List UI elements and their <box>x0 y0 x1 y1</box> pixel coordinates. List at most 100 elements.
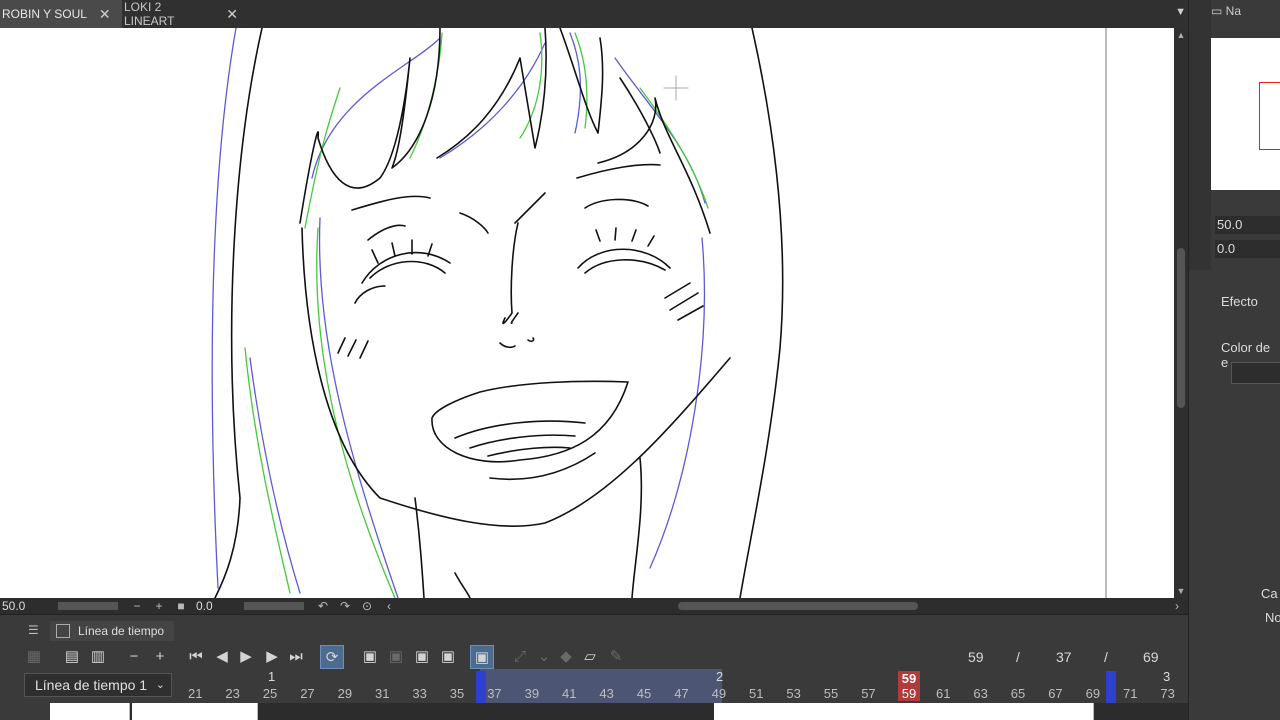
right-dock-panel: ▭ Na 50.0 0.0 Efecto Color de e Ca No <box>1188 0 1280 720</box>
navigator-label: Na <box>1225 4 1242 18</box>
next-frame-icon[interactable]: ▶ <box>260 645 284 669</box>
onion-skin-toggle-icon[interactable]: ▣ <box>470 645 494 669</box>
tab-label: ROBIN Y SOUL <box>2 7 87 21</box>
current-frame-tick: 59 <box>901 686 917 701</box>
frame-tick-label: 37 <box>487 686 502 701</box>
zoom-in-button[interactable]: + <box>148 599 170 613</box>
new-cel-icon[interactable]: ▥ <box>86 645 110 669</box>
counter-separator: / <box>1104 649 1108 665</box>
frame-tick-label: 65 <box>1010 686 1026 701</box>
previous-frame-icon[interactable]: ◀ <box>210 645 234 669</box>
frame-tick-label: 71 <box>1123 686 1138 701</box>
zoom-in-icon[interactable]: + <box>148 645 172 669</box>
close-icon[interactable]: ✕ <box>226 6 238 23</box>
layer-panel-label: Ca <box>1261 586 1278 601</box>
frame-tick-label: 41 <box>562 686 577 701</box>
frame-tick-label: 43 <box>599 686 614 701</box>
frame-tick-label: 49 <box>711 686 727 701</box>
rotate-left-icon[interactable]: ↶ <box>312 599 334 613</box>
rotate-right-icon[interactable]: ↷ <box>334 599 356 613</box>
current-frame-indicator[interactable]: 59 59 <box>898 671 920 701</box>
scroll-up-icon[interactable]: ▲ <box>1174 30 1188 40</box>
reset-rotation-icon[interactable]: ⊙ <box>356 599 378 613</box>
playback-start-marker[interactable] <box>476 671 486 703</box>
drawing-canvas[interactable] <box>0 28 1174 598</box>
frame-tick-label: 29 <box>337 686 353 701</box>
navigator-zoom-field[interactable]: 50.0 <box>1215 216 1280 234</box>
scroll-down-icon[interactable]: ▼ <box>1174 586 1188 596</box>
specify-cels-icon[interactable]: ▣ <box>358 645 382 669</box>
edit-icon[interactable]: ▱ <box>578 645 602 669</box>
pen-icon[interactable]: ✎ <box>604 645 628 669</box>
app-window: ROBIN Y SOUL ✕ LOKI 2 LINEART ✕ ▼ ▲ ▼ 50… <box>0 0 1280 720</box>
new-timeline-icon[interactable]: ▦ <box>22 645 46 669</box>
onion-skin-next <box>244 32 709 598</box>
tween-icon[interactable]: ⤢ <box>508 645 532 669</box>
cel-thumbnail[interactable] <box>50 703 130 720</box>
rotation-value[interactable]: 0.0 <box>192 599 244 613</box>
navigator-view-frame[interactable] <box>1259 82 1280 150</box>
navigator-icon: ▭ <box>1211 4 1226 18</box>
tab-loki-2-lineart[interactable]: LOKI 2 LINEART ✕ <box>122 0 246 28</box>
delete-cel-icon[interactable]: ▣ <box>384 645 408 669</box>
timeline-toolbar: ▦ ▤ ▥ − + ⏮ ◀ ▶ ▶ ⏭ ⟳ ▣ ▣ ▣ ▣ ▣ ⤢ ⌄ ◆ ▱ … <box>0 645 1188 669</box>
play-icon[interactable]: ▶ <box>234 645 258 669</box>
horizontal-scrollbar[interactable] <box>408 601 1158 611</box>
vertical-scrollbar[interactable]: ▲ ▼ <box>1174 28 1188 598</box>
hscroll-thumb[interactable] <box>678 602 918 610</box>
zoom-slider[interactable] <box>58 602 118 610</box>
onion-prev-icon[interactable]: ▣ <box>410 645 434 669</box>
frame-tick-label: 61 <box>936 686 951 701</box>
onion-next-icon[interactable]: ▣ <box>436 645 460 669</box>
scroll-left-icon[interactable]: ‹ <box>378 599 400 613</box>
frame-tick-label: 25 <box>262 686 278 701</box>
timeline-select[interactable]: Línea de tiempo 1 ⌄ <box>24 673 172 697</box>
frame-tick-label: 69 <box>1085 686 1101 701</box>
scene-mark: 3 <box>1163 669 1171 684</box>
chevron-down-icon: ⌄ <box>155 679 165 691</box>
frame-tick-label: 33 <box>412 686 427 701</box>
zoom-out-button[interactable]: − <box>126 599 148 613</box>
reset-zoom-button[interactable]: ■ <box>170 599 192 613</box>
new-animation-folder-icon[interactable]: ▤ <box>60 645 84 669</box>
cel-thumbnail[interactable] <box>714 703 1094 720</box>
onion-skin-previous <box>211 28 706 598</box>
zoom-value[interactable]: 50.0 <box>0 599 58 613</box>
animation-track[interactable] <box>50 703 1188 720</box>
main-lineart <box>214 28 784 598</box>
tab-robin-y-soul[interactable]: ROBIN Y SOUL ✕ <box>0 0 122 28</box>
scroll-thumb[interactable] <box>1177 248 1185 408</box>
frame-tick-label: 39 <box>524 686 540 701</box>
cel-thumbnail[interactable] <box>132 703 258 720</box>
last-frame-icon[interactable]: ⏭ <box>284 645 308 669</box>
zoom-out-icon[interactable]: − <box>122 645 146 669</box>
close-icon[interactable]: ✕ <box>99 6 111 23</box>
frame-tick-label: 51 <box>749 686 764 701</box>
frame-tick-label: 31 <box>375 686 390 701</box>
document-tab-bar: ROBIN Y SOUL ✕ LOKI 2 LINEART ✕ ▼ <box>0 0 1200 28</box>
timeline-icon <box>56 624 70 638</box>
blend-mode-select[interactable]: No <box>1265 610 1280 625</box>
panel-menu-icon[interactable]: ☰ <box>28 623 39 637</box>
tab-timeline[interactable]: Línea de tiempo <box>50 621 175 641</box>
color-wheel-button[interactable] <box>1231 362 1280 384</box>
frame-tick-label: 57 <box>861 686 876 701</box>
navigator-rotate-field[interactable]: 0.0 <box>1215 240 1280 258</box>
timeline-tab-label: Línea de tiempo <box>78 624 165 638</box>
scroll-right-icon[interactable]: › <box>1166 599 1188 613</box>
navigator-preview[interactable] <box>1211 38 1280 190</box>
frame-ruler[interactable]: 1 2 3 59 59 21 23 25 27 29 31 33 35 37 39 41 43 45 47… <box>178 669 1188 703</box>
keyframe-icon[interactable]: ◆ <box>554 645 578 669</box>
frame-tick-label: 55 <box>823 686 839 701</box>
playback-end-marker[interactable] <box>1106 671 1116 703</box>
counter-total: 37 <box>1056 649 1072 665</box>
chevron-down-icon[interactable]: ⌄ <box>532 645 556 669</box>
rotation-slider[interactable] <box>244 602 304 610</box>
first-frame-icon[interactable]: ⏮ <box>184 645 208 669</box>
timeline-select-value: Línea de tiempo 1 <box>35 677 148 693</box>
chevron-down-icon[interactable]: ▼ <box>1175 6 1186 18</box>
panel-strip <box>1189 0 1211 270</box>
tab-label: LOKI 2 LINEART <box>124 0 175 28</box>
effect-label: Efecto <box>1221 294 1258 309</box>
loop-playback-icon[interactable]: ⟳ <box>320 645 344 669</box>
